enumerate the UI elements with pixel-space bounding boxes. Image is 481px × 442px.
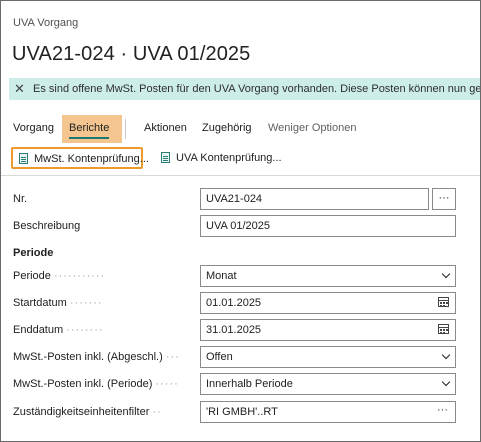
report-icon [19, 153, 28, 164]
beschreibung-input[interactable]: UVA 01/2025 [200, 215, 456, 237]
banner-message: Es sind offene MwSt. Posten für den UVA … [33, 83, 481, 95]
filter-assist-button[interactable]: ··· [437, 404, 448, 416]
filter-value: 'RI GMBH'..RT [206, 406, 278, 418]
calendar-icon[interactable] [438, 324, 449, 334]
periode-select[interactable]: Monat [200, 265, 456, 287]
action-weniger-optionen[interactable]: Weniger Optionen [268, 122, 356, 134]
entity-type-label: UVA Vorgang [13, 17, 79, 29]
nr-value: UVA21-024 [206, 193, 263, 205]
mwst-periode-select[interactable]: Innerhalb Periode [200, 373, 456, 395]
close-icon[interactable]: ✕ [14, 81, 25, 97]
nr-input[interactable]: UVA21-024 [200, 188, 429, 210]
beschreibung-value: UVA 01/2025 [206, 220, 271, 232]
periode-group-heading: Periode [13, 247, 54, 259]
periode-value: Monat [206, 270, 237, 282]
action-aktionen[interactable]: Aktionen [144, 122, 187, 134]
mwst-periode-label: MwSt.-Posten inkl. (Periode) ····· [13, 378, 179, 390]
nr-assist-button[interactable]: ··· [432, 188, 456, 210]
mwst-abgeschl-label: MwSt.-Posten inkl. (Abgeschl.) ··· [13, 351, 180, 363]
calendar-icon[interactable] [438, 297, 449, 307]
reports-subbar: MwSt. Kontenprüfung... UVA Kontenprüfung… [1, 143, 480, 176]
action-bar: Vorgang Berichte Aktionen Zugehörig Weni… [1, 115, 480, 143]
uva-kontenpruefung-button[interactable]: UVA Kontenprüfung... [155, 147, 285, 169]
report-icon [161, 152, 170, 163]
chevron-down-icon [441, 350, 451, 360]
enddatum-input[interactable]: 31.01.2025 [200, 319, 456, 341]
enddatum-label: Enddatum ········ [13, 324, 104, 336]
mwst-abgeschl-value: Offen [206, 351, 233, 363]
berichte-underline [69, 137, 109, 139]
mwst-periode-value: Innerhalb Periode [206, 378, 293, 390]
nr-label: Nr. [13, 193, 28, 205]
field-row-enddatum: Enddatum ········ 31.01.2025 [1, 319, 480, 343]
periode-label: Periode ··········· [13, 270, 106, 282]
mwst-kontenpruefung-button[interactable]: MwSt. Kontenprüfung... [11, 147, 149, 169]
enddatum-value: 31.01.2025 [206, 324, 262, 336]
chevron-down-icon [441, 269, 451, 279]
action-zugehoerig[interactable]: Zugehörig [202, 122, 252, 134]
filter-input[interactable]: 'RI GMBH'..RT ··· [200, 401, 456, 423]
field-row-periode: Periode ··········· Monat [1, 265, 480, 289]
mwst-kontenpruefung-label: MwSt. Kontenprüfung... [34, 153, 149, 165]
filter-label: Zuständigkeitseinheitenfilter ·· [13, 406, 162, 418]
action-berichte[interactable]: Berichte [69, 122, 109, 134]
chevron-down-icon [441, 377, 451, 387]
page-title: UVA21-024 · UVA 01/2025 [12, 43, 251, 65]
field-row-filter: Zuständigkeitseinheitenfilter ·· 'RI GMB… [1, 401, 480, 425]
startdatum-label: Startdatum ······· [13, 297, 103, 309]
field-row-mwst-periode: MwSt.-Posten inkl. (Periode) ····· Inner… [1, 373, 480, 397]
field-row-mwst-abgeschl: MwSt.-Posten inkl. (Abgeschl.) ··· Offen [1, 346, 480, 370]
notification-banner: ✕ Es sind offene MwSt. Posten für den UV… [9, 78, 481, 100]
field-row-nr: Nr. UVA21-024 ··· [1, 188, 480, 212]
field-row-beschreibung: Beschreibung UVA 01/2025 [1, 215, 480, 239]
field-row-startdatum: Startdatum ······· 01.01.2025 [1, 292, 480, 316]
startdatum-input[interactable]: 01.01.2025 [200, 292, 456, 314]
action-separator [125, 119, 126, 139]
beschreibung-label: Beschreibung [13, 220, 81, 232]
uva-vorgang-card: UVA Vorgang UVA21-024 · UVA 01/2025 ✕ Es… [0, 0, 481, 442]
uva-kontenpruefung-label: UVA Kontenprüfung... [176, 152, 282, 164]
action-vorgang[interactable]: Vorgang [13, 122, 54, 134]
mwst-abgeschl-select[interactable]: Offen [200, 346, 456, 368]
startdatum-value: 01.01.2025 [206, 297, 262, 309]
